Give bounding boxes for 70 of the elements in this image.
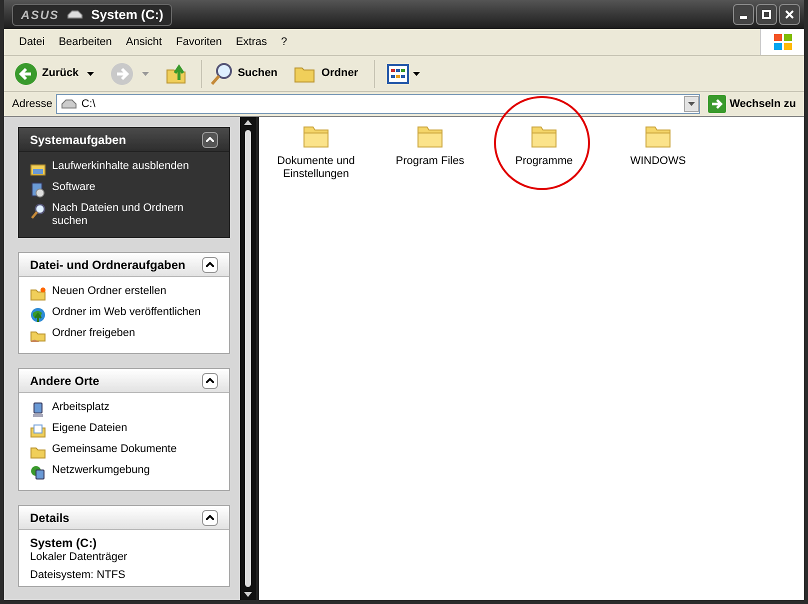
dropdown-caret-icon xyxy=(413,72,420,76)
computer-icon xyxy=(30,402,46,418)
close-icon xyxy=(785,10,794,19)
go-button[interactable]: Wechseln zu xyxy=(704,95,800,113)
panel-header[interactable]: Andere Orte xyxy=(19,369,229,393)
menu-item[interactable]: Datei xyxy=(12,31,52,53)
menu-item[interactable]: Extras xyxy=(228,31,274,53)
maximize-icon xyxy=(762,10,771,19)
search-icon xyxy=(210,62,234,86)
panel-header[interactable]: Details xyxy=(19,506,229,530)
window-logo: ASUS xyxy=(21,6,60,24)
task-link[interactable]: Arbeitsplatz xyxy=(52,401,110,414)
chevron-up-icon xyxy=(206,378,214,383)
documents-folder-icon xyxy=(30,423,46,439)
network-computer-icon xyxy=(30,465,46,481)
task-link[interactable]: Software xyxy=(52,181,96,194)
task-link[interactable]: Ordner im Web veröffentlichen xyxy=(52,306,201,319)
address-label: Adresse xyxy=(12,96,52,112)
details-text: Lokaler Datenträger xyxy=(30,550,128,564)
folder-label[interactable]: Programme xyxy=(499,155,589,168)
menu-item[interactable]: Favoriten xyxy=(168,31,229,53)
folder-label[interactable]: Program Files xyxy=(385,155,475,168)
task-link[interactable]: Ordner freigeben xyxy=(52,327,136,340)
task-link[interactable]: Gemeinsame Dokumente xyxy=(52,443,177,456)
close-button[interactable] xyxy=(779,4,800,25)
details-text: Dateisystem: NTFS xyxy=(30,568,126,582)
menu-item[interactable]: ? xyxy=(274,31,294,53)
chevron-up-icon xyxy=(206,262,214,267)
search-icon xyxy=(30,203,46,219)
task-link[interactable]: Nach Dateien und Ordnern suchen xyxy=(52,202,218,228)
menu-item[interactable]: Bearbeiten xyxy=(52,31,119,53)
task-link[interactable]: Laufwerkinhalte ausblenden xyxy=(52,160,189,173)
collapse-button[interactable] xyxy=(202,510,218,526)
globe-icon xyxy=(30,307,46,323)
scroll-thumb[interactable] xyxy=(245,130,251,587)
chevron-up-icon xyxy=(206,137,214,142)
panel-title: Datei- und Ordneraufgaben xyxy=(30,256,186,274)
dropdown-caret-icon[interactable] xyxy=(86,72,94,76)
maximize-button[interactable] xyxy=(756,4,777,25)
back-button[interactable]: Zurück xyxy=(10,58,83,88)
new-folder-icon xyxy=(30,286,46,302)
dropdown-button[interactable] xyxy=(684,96,699,112)
task-link[interactable]: Eigene Dateien xyxy=(52,422,128,435)
caret-icon xyxy=(688,102,695,106)
panel-title: Andere Orte xyxy=(30,372,100,390)
address-field[interactable]: C:\ xyxy=(56,94,700,114)
collapse-button[interactable] xyxy=(202,132,218,148)
task-link[interactable]: Netzwerkumgebung xyxy=(52,464,150,477)
menu-item[interactable]: Ansicht xyxy=(118,31,169,53)
folder-label[interactable]: Dokumente und Einstellungen xyxy=(271,155,361,181)
task-link[interactable]: Neuen Ordner erstellen xyxy=(52,285,166,298)
chevron-up-icon xyxy=(206,515,214,520)
panel-header[interactable]: Datei- und Ordneraufgaben xyxy=(19,253,229,277)
minimize-button[interactable] xyxy=(733,4,754,25)
details-name: System (C:) xyxy=(30,536,98,550)
scroll-up-arrow-icon[interactable] xyxy=(244,119,252,127)
panel-title: Details xyxy=(30,510,70,526)
view-grid-icon xyxy=(387,64,410,84)
cd-box-icon xyxy=(30,182,46,198)
folders-button[interactable]: Ordner xyxy=(289,58,362,88)
search-button[interactable]: Suchen xyxy=(206,58,282,88)
scroll-down-arrow-icon[interactable] xyxy=(244,590,252,598)
collapse-button[interactable] xyxy=(202,372,218,388)
window-title: System (C:) xyxy=(91,6,164,24)
panel-title: Systemaufgaben xyxy=(30,132,126,148)
collapse-button[interactable] xyxy=(202,256,218,272)
scrollbar[interactable] xyxy=(240,117,256,600)
folder-label[interactable]: WINDOWS xyxy=(613,155,703,168)
panel-header[interactable]: Systemaufgaben xyxy=(19,128,229,152)
windows-flag-icon xyxy=(772,33,792,51)
